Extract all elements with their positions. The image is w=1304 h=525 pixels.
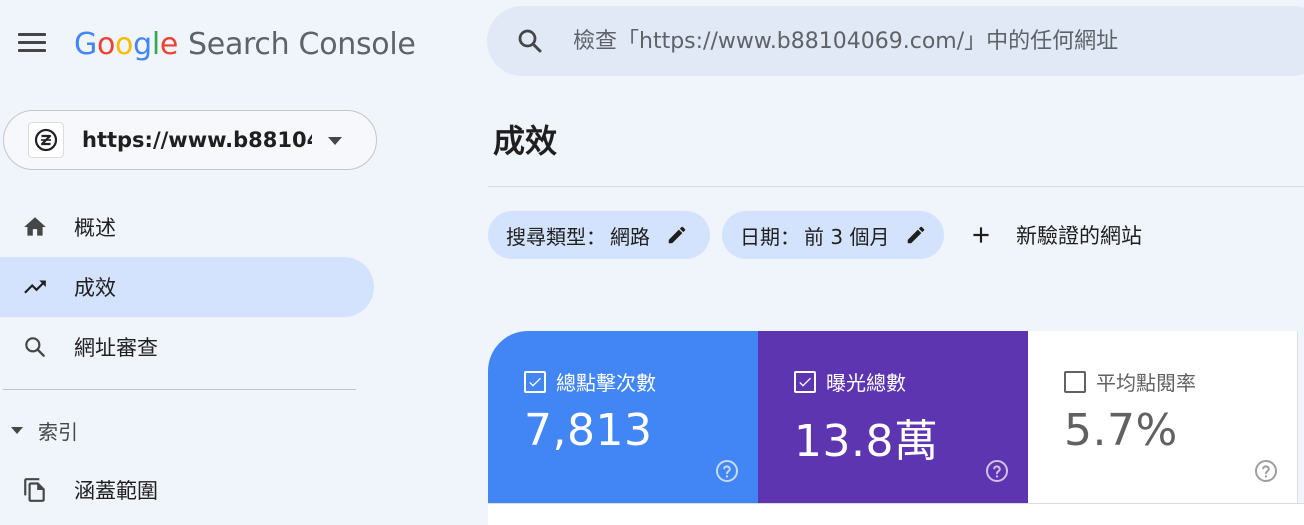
help-icon[interactable] [985,459,1009,483]
chevron-down-icon[interactable] [328,137,342,145]
sidebar-section-label: 索引 [38,419,78,444]
product-name: Search Console [188,26,416,62]
help-icon[interactable] [1254,459,1278,483]
metric-card-average-ctr[interactable]: 平均點閱率 5.7% [1028,331,1298,503]
sidebar-item-label: 概述 [74,216,116,240]
sidebar-item-label: 成效 [74,276,116,300]
caret-down-icon [11,426,23,434]
property-favicon [28,122,64,158]
metric-label: 平均點閱率 [1096,371,1196,395]
sidebar-item-overview[interactable]: 概述 [0,197,374,257]
edit-icon [668,226,686,244]
sidebar-item-url-inspection[interactable]: 網址審查 [0,317,374,377]
logo[interactable]: Google Search Console [74,22,416,66]
filter-label: 日期： [740,224,800,249]
checkbox-unchecked[interactable] [1064,370,1086,393]
logo-letter: l [151,26,160,62]
home-icon [22,214,48,240]
header-divider [488,186,1304,187]
logo-letter: o [96,26,116,62]
add-filter-label: 新驗證的網站 [1016,224,1142,248]
property-selector[interactable]: https://www.b88104... [3,110,377,170]
filter-value: 網路 [610,224,650,249]
check-icon [799,377,811,387]
search-icon [22,334,48,360]
logo-letter: G [74,26,97,62]
metric-label: 曝光總數 [826,371,906,395]
chart-area-top [488,503,1304,525]
edit-icon [908,226,925,244]
sidebar-item-label: 網址審查 [74,336,158,360]
sidebar-divider [3,389,356,390]
filter-chip-search-type[interactable]: 搜尋類型： 網路 [488,211,710,259]
metric-value: 7,813 [524,405,653,456]
app-root: Google Search Console https://www.b88104… [0,0,1304,525]
checkbox-checked[interactable] [794,370,816,393]
copy-icon [22,477,48,503]
property-logo-icon [34,128,58,152]
plus-icon [973,227,989,243]
logo-letter: e [159,26,179,62]
help-icon[interactable] [715,459,739,483]
page-title: 成效 [493,122,558,160]
url-inspection-search[interactable] [487,6,1304,76]
check-icon [529,377,541,387]
metric-card-total-clicks[interactable]: 總點擊次數 7,813 [488,331,758,503]
filter-value: 前 3 個月 [804,224,890,249]
main-menu-icon[interactable] [18,33,46,53]
add-filter-button[interactable]: 新驗證的網站 [968,211,1142,259]
search-input[interactable] [573,28,1293,54]
sidebar-item-performance[interactable]: 成效 [0,257,374,317]
search-icon[interactable] [515,26,545,56]
filter-chip-date[interactable]: 日期： 前 3 個月 [722,211,944,259]
metric-label: 總點擊次數 [556,371,656,395]
filter-label: 搜尋類型： [506,224,606,249]
logo-letter: g [133,26,152,62]
trending-up-icon [22,274,48,300]
metric-card-total-impressions[interactable]: 曝光總數 13.8萬 [758,331,1028,503]
metric-value: 13.8萬 [794,416,939,467]
sidebar-item-label: 涵蓋範圍 [74,479,158,503]
sidebar-item-coverage[interactable]: 涵蓋範圍 [0,460,374,520]
property-url: https://www.b88104... [82,128,312,152]
checkbox-checked[interactable] [524,370,546,393]
metric-value: 5.7% [1064,405,1178,456]
logo-letter: o [115,26,134,62]
sidebar-section-index[interactable]: 索引 [0,406,78,454]
